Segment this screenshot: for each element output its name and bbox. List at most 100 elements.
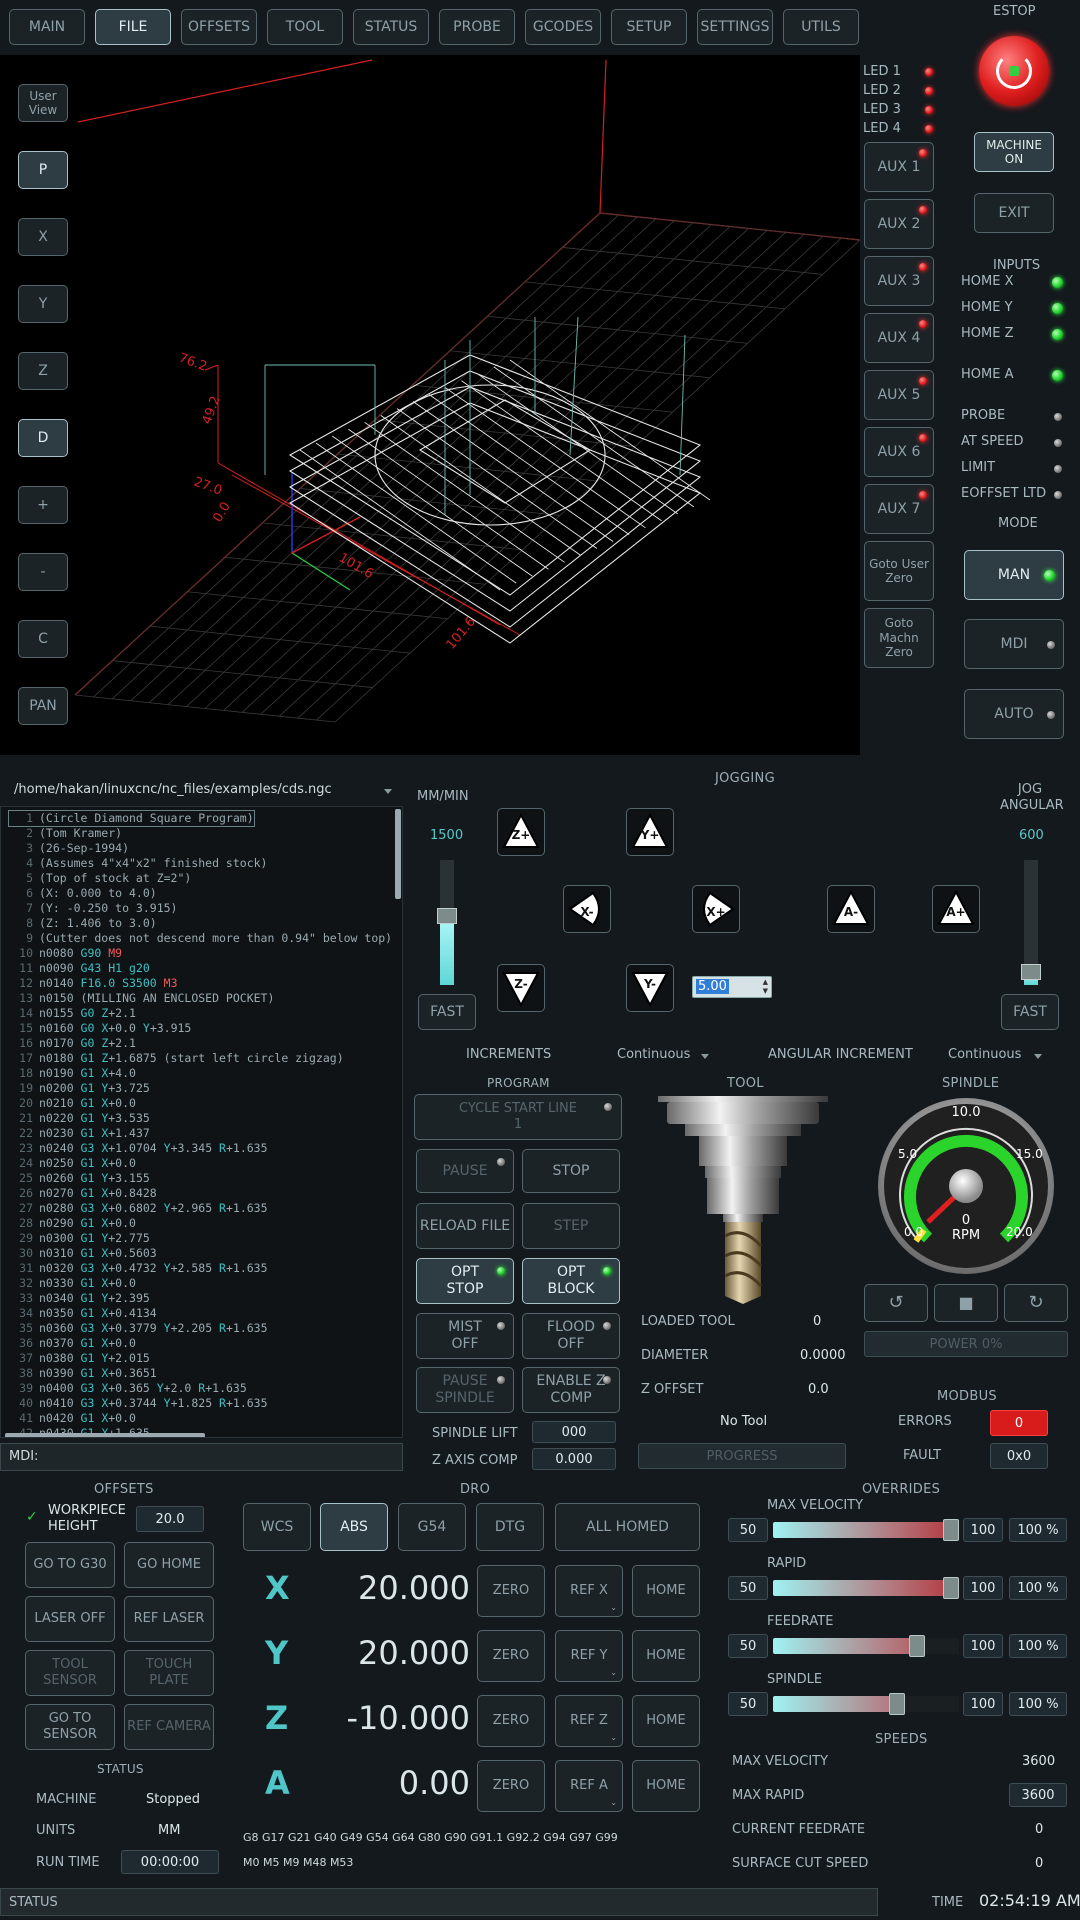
tab-status[interactable]: STATUS <box>353 9 429 45</box>
mode-man-button[interactable]: MAN <box>964 550 1064 600</box>
gcode-line[interactable]: 11 n0090 G43 H1 g20 <box>9 961 150 976</box>
dro-abs-button[interactable]: ABS <box>320 1503 388 1551</box>
gcode-editor[interactable]: 1 (Circle Diamond Square Program) 2 (Tom Kr… <box>0 806 403 1438</box>
mdi-input[interactable]: MDI: <box>0 1443 403 1471</box>
override-max-velocity-max[interactable]: 100 <box>963 1518 1003 1542</box>
home-x-button[interactable]: HOME <box>632 1565 700 1617</box>
override-rapid-max[interactable]: 100 <box>963 1576 1003 1600</box>
enable-zcomp-button[interactable]: ENABLE Z COMP <box>522 1367 620 1413</box>
jog-z-minus-button[interactable]: Z- <box>497 964 545 1012</box>
increments-select[interactable]: Continuous <box>617 1047 690 1062</box>
gcode-line[interactable]: 18 n0190 G1 X+4.0 <box>9 1066 136 1081</box>
aux-6-button[interactable]: AUX 6 <box>864 427 934 477</box>
jog-x-minus-button[interactable]: X- <box>563 885 611 933</box>
machine-on-button[interactable]: MACHINE ON <box>974 132 1054 172</box>
fast-angular-button[interactable]: FAST <box>1001 994 1059 1030</box>
aux-7-button[interactable]: AUX 7 <box>864 484 934 534</box>
all-homed-button[interactable]: ALL HOMED <box>555 1503 700 1551</box>
view-d-button[interactable]: D <box>18 419 68 457</box>
gcode-line[interactable]: 9 (Cutter does not descend more than 0.94… <box>9 931 392 946</box>
file-path[interactable]: /home/hakan/linuxcnc/nc_files/examples/c… <box>14 782 332 797</box>
gcode-line[interactable]: 29 n0300 G1 Y+2.775 <box>9 1231 150 1246</box>
view-y-button[interactable]: Y <box>18 285 68 323</box>
tab-main[interactable]: MAIN <box>9 9 85 45</box>
override-spindle-min[interactable]: 50 <box>728 1692 768 1716</box>
gcode-line[interactable]: 7 (Y: -0.250 to 3.915) <box>9 901 177 916</box>
cycle-start-button[interactable]: CYCLE START LINE 1 <box>414 1094 622 1140</box>
gcode-line[interactable]: 36 n0370 G1 X+0.0 <box>9 1336 136 1351</box>
jog-y-minus-button[interactable]: Y- <box>626 964 674 1012</box>
gcode-line[interactable]: 13 n0150 (MILLING AN ENCLOSED POCKET) <box>9 991 274 1006</box>
gcode-line[interactable]: 25 n0260 G1 Y+3.155 <box>9 1171 150 1186</box>
tab-setup[interactable]: SETUP <box>611 9 687 45</box>
gcode-line[interactable]: 20 n0210 G1 X+0.0 <box>9 1096 136 1111</box>
zoom-out-button[interactable]: - <box>18 553 68 591</box>
jog-x-plus-button[interactable]: X+ <box>692 885 740 933</box>
aux-2-button[interactable]: AUX 2 <box>864 199 934 249</box>
spindle-stop-button[interactable]: ■ <box>934 1284 998 1322</box>
tab-tool[interactable]: TOOL <box>267 9 343 45</box>
home-a-button[interactable]: HOME <box>632 1760 700 1812</box>
ref-a-button[interactable]: REF A ⌄ <box>555 1760 623 1812</box>
gcode-line[interactable]: 17 n0180 G1 Z+1.6875 (start left circle z… <box>9 1051 344 1066</box>
gcode-line[interactable]: 34 n0350 G1 X+0.4134 <box>9 1306 157 1321</box>
gcode-line[interactable]: 5 (Top of stock at Z=2") <box>9 871 191 886</box>
view-z-button[interactable]: Z <box>18 352 68 390</box>
chevron-down-icon[interactable] <box>701 1054 709 1059</box>
goto-user-zero-button[interactable]: Goto User Zero <box>864 541 934 601</box>
angular-increment-select[interactable]: Continuous <box>948 1047 1021 1062</box>
override-max-velocity-slider[interactable] <box>773 1519 959 1541</box>
pause-button[interactable]: PAUSE <box>416 1149 514 1193</box>
gcode-line[interactable]: 1 (Circle Diamond Square Program) <box>8 810 255 827</box>
jog-y-plus-button[interactable]: Y+ <box>626 808 674 856</box>
gcode-3d-preview[interactable]: 76.2 49.2 27.0 0.0 101.6 101.6 <box>0 55 861 755</box>
gcode-line[interactable]: 39 n0400 G3 X+0.365 Y+2.0 R+1.635 <box>9 1381 247 1396</box>
jog-step-input[interactable]: 5.00 ▲ ▼ <box>692 976 772 998</box>
jog-angular-slider[interactable] <box>1021 860 1041 985</box>
goto-machine-zero-button[interactable]: Goto Machn Zero <box>864 608 934 668</box>
override-spindle-slider[interactable] <box>773 1693 959 1715</box>
pan-button[interactable]: PAN <box>18 687 68 725</box>
aux-4-button[interactable]: AUX 4 <box>864 313 934 363</box>
zero-z-button[interactable]: ZERO <box>477 1695 545 1747</box>
aux-1-button[interactable]: AUX 1 <box>864 142 934 192</box>
gcode-line[interactable]: 24 n0250 G1 X+0.0 <box>9 1156 136 1171</box>
mode-auto-button[interactable]: AUTO <box>964 689 1064 739</box>
ref-z-button[interactable]: REF Z ⌄ <box>555 1695 623 1747</box>
gcode-line[interactable]: 8 (Z: 1.406 to 3.0) <box>9 916 157 931</box>
step-button[interactable]: STEP <box>522 1203 620 1249</box>
jog-z-plus-button[interactable]: Z+ <box>497 808 545 856</box>
gcode-line[interactable]: 23 n0240 G3 X+1.0704 Y+3.345 R+1.635 <box>9 1141 267 1156</box>
spin-up-icon[interactable]: ▲ <box>763 978 768 986</box>
gcode-line[interactable]: 37 n0380 G1 Y+2.015 <box>9 1351 150 1366</box>
tab-settings[interactable]: SETTINGS <box>697 9 773 45</box>
mist-button[interactable]: MIST OFF <box>416 1313 514 1359</box>
tab-utils[interactable]: UTILS <box>783 9 859 45</box>
zero-y-button[interactable]: ZERO <box>477 1630 545 1682</box>
spin-down-icon[interactable]: ▼ <box>763 987 768 995</box>
dro-g54-button[interactable]: G54 <box>398 1503 466 1551</box>
zero-x-button[interactable]: ZERO <box>477 1565 545 1617</box>
estop-button[interactable] <box>979 36 1049 106</box>
editor-scrollbar[interactable] <box>395 809 401 899</box>
override-rapid-slider[interactable] <box>773 1577 959 1599</box>
ref-y-button[interactable]: REF Y ⌄ <box>555 1630 623 1682</box>
jog-linear-slider[interactable] <box>437 860 457 985</box>
opt-block-button[interactable]: OPT BLOCK <box>522 1258 620 1304</box>
override-feedrate-min[interactable]: 50 <box>728 1634 768 1658</box>
exit-button[interactable]: EXIT <box>974 193 1054 233</box>
spindle-cw-button[interactable]: ↻ <box>1004 1284 1068 1322</box>
gcode-line[interactable]: 40 n0410 G3 X+0.3744 Y+1.825 R+1.635 <box>9 1396 267 1411</box>
gcode-line[interactable]: 4 (Assumes 4"x4"x2" finished stock) <box>9 856 267 871</box>
aux-3-button[interactable]: AUX 3 <box>864 256 934 306</box>
gcode-line[interactable]: 21 n0220 G1 Y+3.535 <box>9 1111 150 1126</box>
gcode-line[interactable]: 33 n0340 G1 Y+2.395 <box>9 1291 150 1306</box>
slider-handle[interactable] <box>943 1519 959 1541</box>
dro-wcs-button[interactable]: WCS <box>243 1503 311 1551</box>
ref-x-button[interactable]: REF X ⌄ <box>555 1565 623 1617</box>
gcode-line[interactable]: 2 (Tom Kramer) <box>9 826 122 841</box>
user-view-button[interactable]: User View <box>18 84 68 122</box>
ref-camera-button[interactable]: REF CAMERA <box>124 1704 214 1750</box>
gcode-line[interactable]: 31 n0320 G3 X+0.4732 Y+2.585 R+1.635 <box>9 1261 267 1276</box>
gcode-line[interactable]: 10 n0080 G90 M9 <box>9 946 122 961</box>
